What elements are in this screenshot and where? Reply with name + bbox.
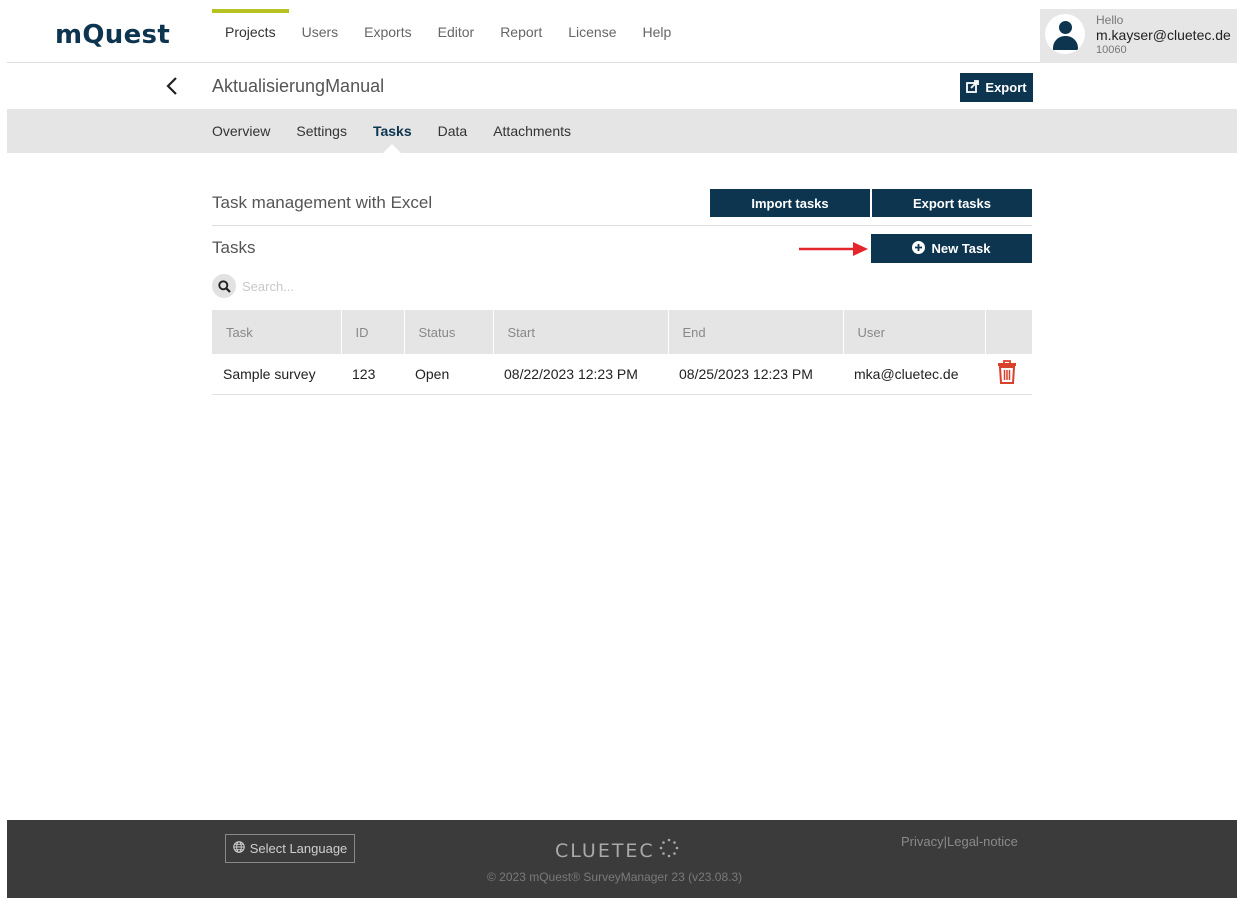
excel-section-title: Task management with Excel — [212, 193, 433, 212]
user-email: m.kayser@cluetec.de — [1096, 27, 1231, 43]
tab-settings[interactable]: Settings — [296, 109, 347, 153]
tasks-section-title: Tasks — [212, 238, 256, 257]
tab-data[interactable]: Data — [438, 109, 468, 153]
main-nav: Projects Users Exports Editor Report Lic… — [212, 0, 684, 63]
tab-tasks[interactable]: Tasks — [373, 109, 412, 153]
plus-circle-icon — [912, 240, 926, 257]
task-search — [212, 274, 442, 298]
cell-task: Sample survey — [212, 354, 341, 395]
nav-exports[interactable]: Exports — [351, 0, 424, 63]
nav-help[interactable]: Help — [629, 0, 684, 63]
app-logo[interactable]: mQuest — [55, 20, 170, 50]
column-header-id[interactable]: ID — [341, 310, 405, 354]
export-button[interactable]: Export — [960, 73, 1033, 102]
footer: Select Language CLUETEC © 2023 mQuest® S… — [7, 820, 1237, 898]
avatar — [1045, 14, 1085, 54]
brand-text: CLUETEC — [555, 839, 655, 862]
project-tabs: Overview Settings Tasks Data Attachments — [7, 109, 1237, 153]
top-header: mQuest Projects Users Exports Editor Rep… — [7, 0, 1237, 63]
select-language-button[interactable]: Select Language — [225, 834, 355, 863]
copyright-text: © 2023 mQuest® SurveyManager 23 (v23.08.… — [487, 870, 743, 884]
nav-report[interactable]: Report — [487, 0, 555, 63]
column-header-start[interactable]: Start — [493, 310, 669, 354]
cell-status: Open — [404, 354, 493, 395]
cell-end: 08/25/2023 12:23 PM — [668, 354, 843, 395]
table-row[interactable]: Sample survey 123 Open 08/22/2023 12:23 … — [212, 354, 1032, 395]
cell-id: 123 — [341, 354, 404, 395]
column-header-actions — [985, 310, 1032, 354]
nav-users[interactable]: Users — [289, 0, 352, 63]
tasks-table: Task ID Status Start End User Sample sur… — [212, 310, 1032, 395]
nav-editor[interactable]: Editor — [425, 0, 488, 63]
user-id: 10060 — [1096, 44, 1127, 56]
project-header: AktualisierungManual Export — [7, 64, 1237, 109]
search-icon[interactable] — [212, 274, 236, 298]
trash-icon[interactable] — [997, 360, 1017, 385]
user-greeting: Hello — [1096, 13, 1124, 27]
project-title: AktualisierungManual — [212, 76, 385, 96]
nav-projects[interactable]: Projects — [212, 0, 289, 63]
brand-dots-icon — [659, 838, 679, 863]
new-task-button[interactable]: New Task — [871, 234, 1032, 263]
nav-license[interactable]: License — [555, 0, 629, 63]
import-tasks-button[interactable]: Import tasks — [710, 189, 870, 217]
cell-start: 08/22/2023 12:23 PM — [493, 354, 668, 395]
select-language-label: Select Language — [249, 841, 348, 856]
back-chevron-icon[interactable] — [163, 76, 183, 96]
tab-attachments[interactable]: Attachments — [493, 109, 571, 153]
cell-actions — [985, 354, 1032, 395]
user-menu[interactable]: Hello m.kayser@cluetec.de 10060 — [1040, 9, 1237, 63]
cluetec-logo: CLUETEC — [555, 838, 679, 863]
legal-notice-link[interactable]: Legal-notice — [947, 834, 1018, 849]
new-task-label: New Task — [931, 241, 991, 256]
privacy-link[interactable]: Privacy — [901, 834, 944, 849]
export-icon — [966, 79, 980, 96]
column-header-task[interactable]: Task — [212, 310, 342, 354]
search-input[interactable] — [242, 278, 442, 294]
section-divider — [212, 225, 1032, 226]
column-header-status[interactable]: Status — [404, 310, 494, 354]
column-header-end[interactable]: End — [668, 310, 844, 354]
export-label: Export — [985, 80, 1027, 95]
export-tasks-button[interactable]: Export tasks — [872, 189, 1032, 217]
footer-links: Privacy|Legal-notice — [901, 834, 1018, 849]
globe-icon — [232, 841, 245, 856]
column-header-user[interactable]: User — [843, 310, 986, 354]
tab-overview[interactable]: Overview — [212, 109, 270, 153]
table-header-row: Task ID Status Start End User — [212, 310, 1032, 354]
cell-user: mka@cluetec.de — [843, 354, 985, 395]
annotation-arrow-icon — [799, 242, 868, 256]
